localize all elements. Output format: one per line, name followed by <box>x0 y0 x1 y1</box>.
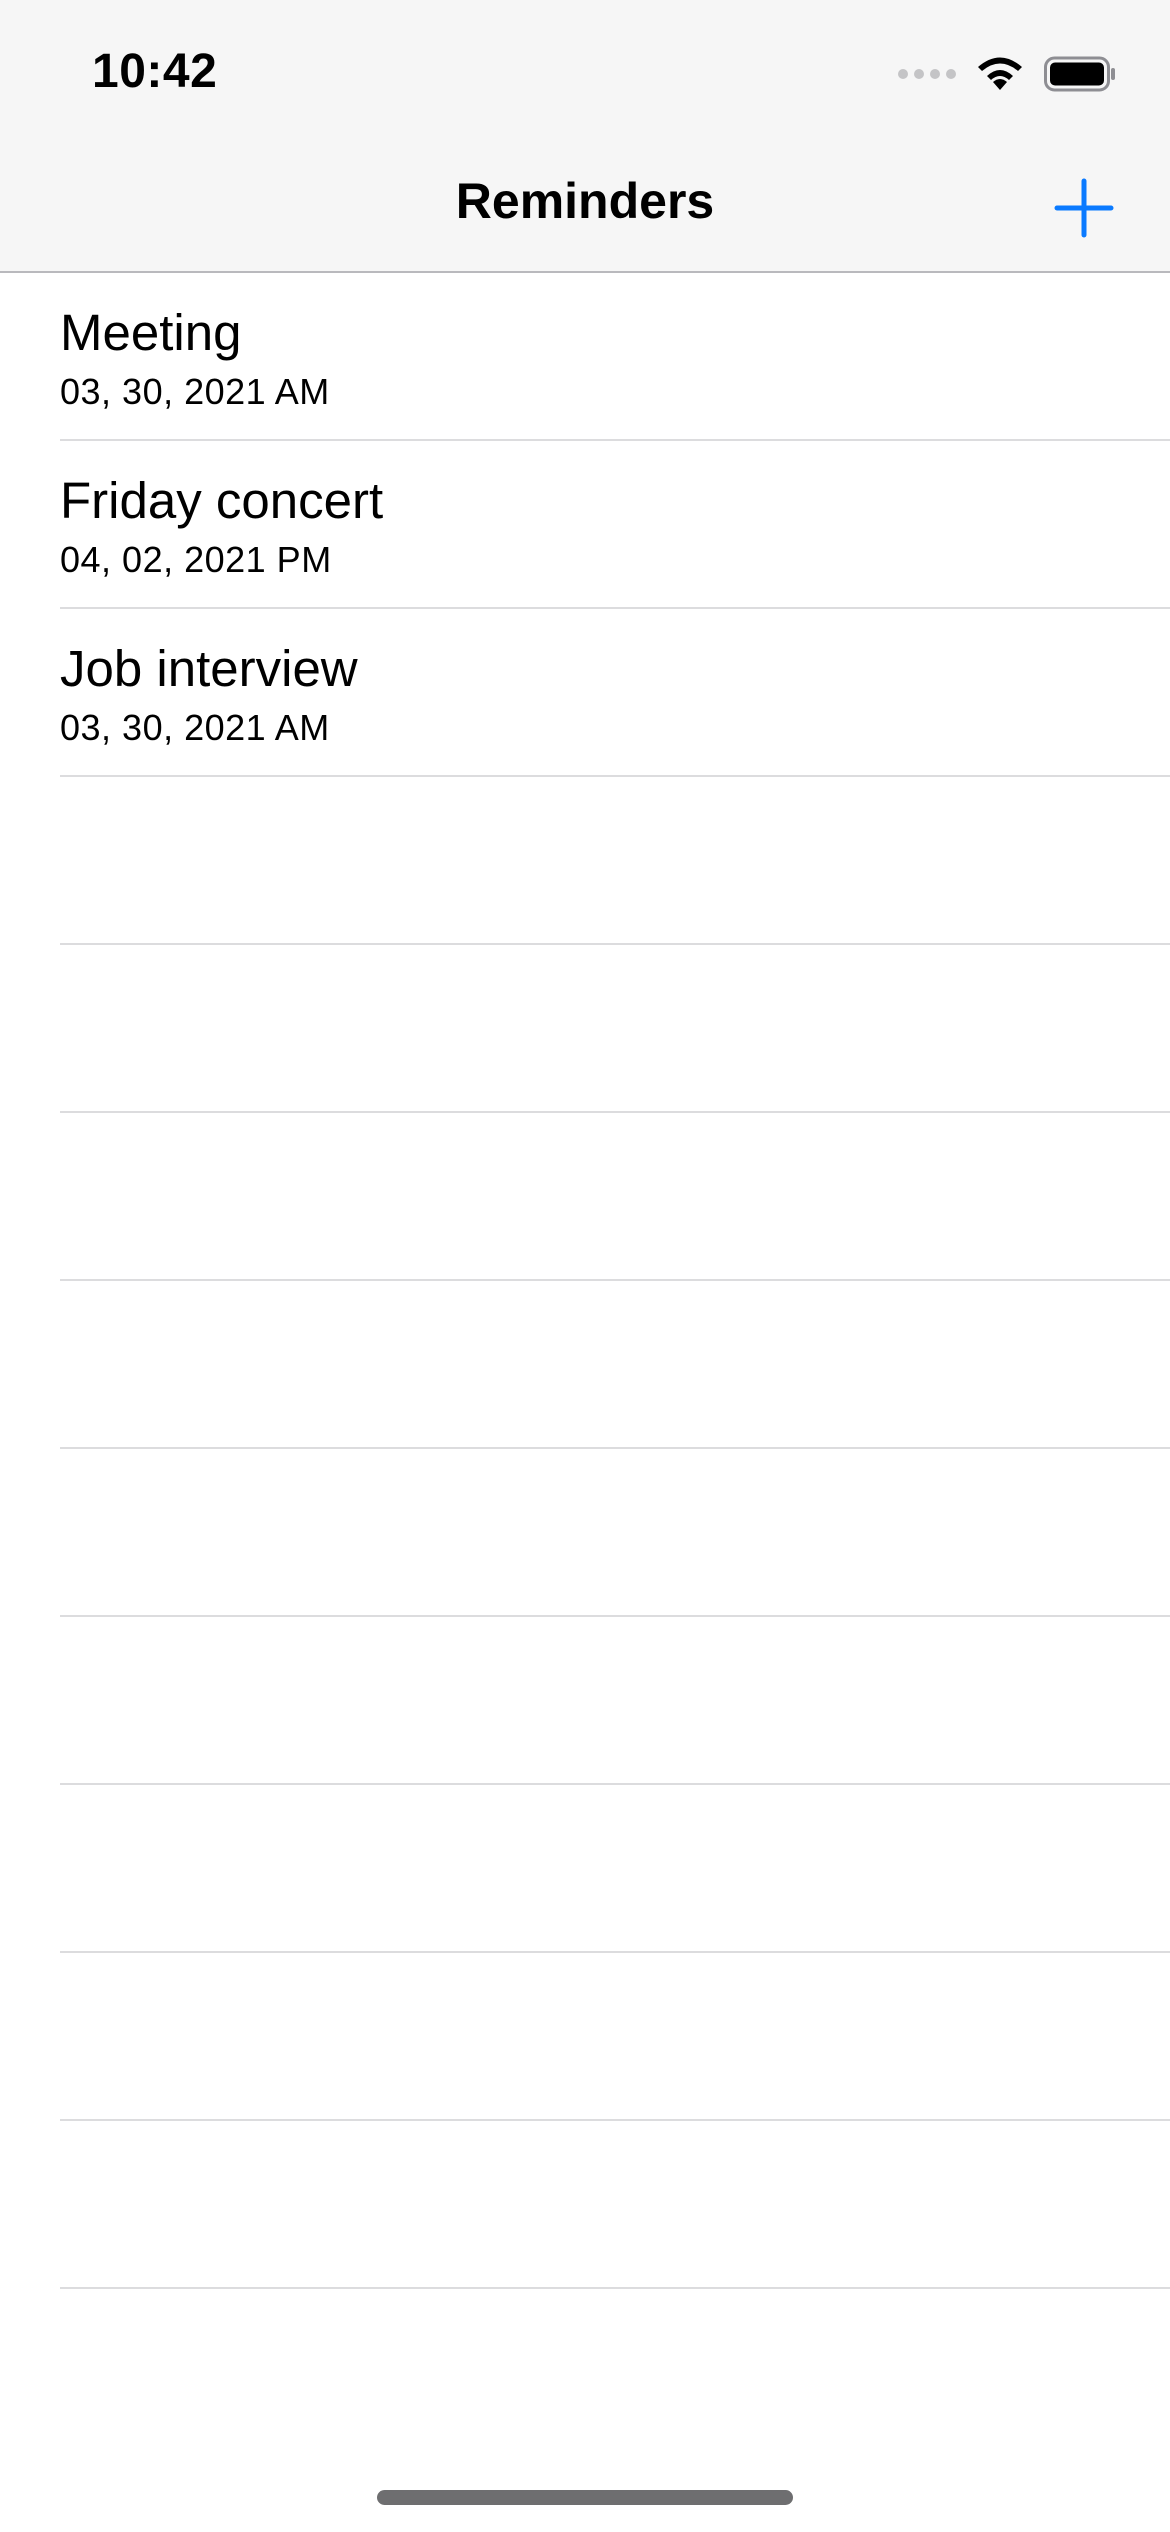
status-time: 10:42 <box>92 45 218 98</box>
reminder-title: Friday concert <box>60 472 384 529</box>
table-row[interactable] <box>0 945 1170 1113</box>
table-row[interactable]: Friday concert 04, 02, 2021 PM <box>0 441 1170 609</box>
table-row[interactable] <box>0 1785 1170 1953</box>
reminder-list: Meeting 03, 30, 2021 AM Friday concert 04, … <box>0 273 1170 2289</box>
status-icons <box>898 54 1116 94</box>
reminder-date: 04, 02, 2021 PM <box>60 539 332 580</box>
row-separator <box>60 2287 1170 2289</box>
top-chrome: 10:42 Reminders <box>0 0 1170 273</box>
battery-icon <box>1044 56 1116 92</box>
reminder-title: Meeting <box>60 304 242 361</box>
home-indicator[interactable] <box>377 2490 793 2505</box>
table-row[interactable] <box>0 1617 1170 1785</box>
table-row[interactable] <box>0 1953 1170 2121</box>
page-title: Reminders <box>455 173 715 229</box>
table-row[interactable] <box>0 1113 1170 1281</box>
table-row[interactable] <box>0 2121 1170 2289</box>
reminder-date: 03, 30, 2021 AM <box>60 371 330 412</box>
cellular-signal-icon <box>898 69 956 79</box>
table-row[interactable] <box>0 1281 1170 1449</box>
table-row[interactable] <box>0 1449 1170 1617</box>
reminder-date: 03, 30, 2021 AM <box>60 707 330 748</box>
table-row[interactable] <box>0 777 1170 945</box>
status-bar: 10:42 <box>0 0 1170 140</box>
plus-icon <box>1054 178 1114 238</box>
reminder-title: Job interview <box>60 640 358 697</box>
table-row[interactable]: Job interview 03, 30, 2021 AM <box>0 609 1170 777</box>
wifi-icon <box>974 54 1026 94</box>
add-reminder-button[interactable] <box>1052 176 1116 240</box>
reminders-screen: 10:42 Reminders Meeting 03, 30, 2021 AM … <box>0 0 1170 2532</box>
navigation-bar: Reminders <box>0 140 1170 273</box>
table-row[interactable]: Meeting 03, 30, 2021 AM <box>0 273 1170 441</box>
